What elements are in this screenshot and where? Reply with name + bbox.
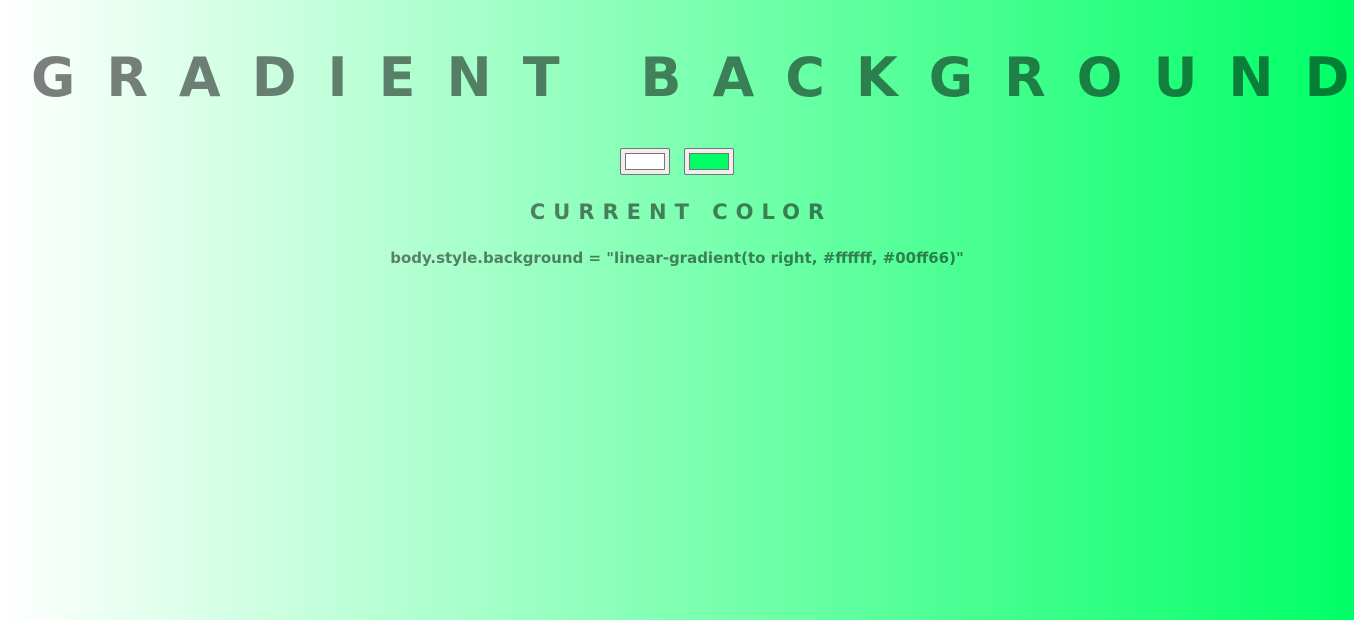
page-root: GRADIENT BACKGROUND CURRENT COLOR body.s… [0, 0, 1354, 620]
css-readout: body.style.background = "linear-gradient… [390, 249, 964, 267]
color-swatch-2 [689, 153, 729, 170]
color-picker-2[interactable] [684, 148, 734, 175]
current-color-heading: CURRENT COLOR [529, 200, 833, 224]
color-picker-1[interactable] [620, 148, 670, 175]
color-swatch-1 [625, 153, 665, 170]
color-pickers [0, 148, 1354, 175]
page-title: GRADIENT BACKGROUND [31, 46, 1354, 109]
